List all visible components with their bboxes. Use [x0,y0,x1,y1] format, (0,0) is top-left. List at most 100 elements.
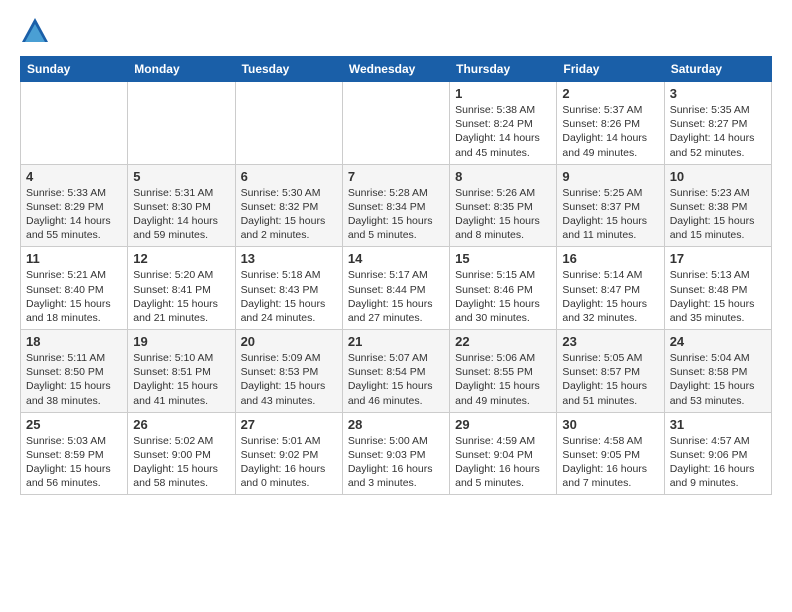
calendar-week-row: 1 Sunrise: 5:38 AM Sunset: 8:24 PM Daylig… [21,82,772,165]
calendar-cell: 20 Sunrise: 5:09 AM Sunset: 8:53 PM Dayli… [235,330,342,413]
calendar-week-row: 4 Sunrise: 5:33 AM Sunset: 8:29 PM Daylig… [21,164,772,247]
calendar-cell: 25 Sunrise: 5:03 AM Sunset: 8:59 PM Dayli… [21,412,128,495]
calendar-cell: 9Sunrise: 5:25 AM Sunset: 8:37 PM Daylig… [557,164,664,247]
day-info: Sunrise: 5:37 AM Sunset: 8:26 PM Dayligh… [562,103,658,160]
header-sunday: Sunday [21,57,128,82]
day-number: 10 [670,169,766,184]
header-monday: Monday [128,57,235,82]
calendar-cell: 28 Sunrise: 5:00 AM Sunset: 9:03 PM Dayli… [342,412,449,495]
day-number: 17 [670,251,766,266]
day-info: Sunrise: 4:58 AM Sunset: 9:05 PM Dayligh… [562,434,658,491]
day-info: Sunrise: 5:35 AM Sunset: 8:27 PM Dayligh… [670,103,766,160]
calendar-cell: 7Sunrise: 5:28 AM Sunset: 8:34 PM Daylig… [342,164,449,247]
calendar-cell: 4 Sunrise: 5:33 AM Sunset: 8:29 PM Daylig… [21,164,128,247]
day-number: 19 [133,334,229,349]
calendar-cell: 6 Sunrise: 5:30 AM Sunset: 8:32 PM Daylig… [235,164,342,247]
calendar-cell: 30 Sunrise: 4:58 AM Sunset: 9:05 PM Dayli… [557,412,664,495]
calendar-cell: 14Sunrise: 5:17 AM Sunset: 8:44 PM Dayli… [342,247,449,330]
day-info: Sunrise: 5:00 AM Sunset: 9:03 PM Dayligh… [348,434,444,491]
header-friday: Friday [557,57,664,82]
calendar-cell: 5 Sunrise: 5:31 AM Sunset: 8:30 PM Daylig… [128,164,235,247]
header-wednesday: Wednesday [342,57,449,82]
calendar-cell: 17Sunrise: 5:13 AM Sunset: 8:48 PM Dayli… [664,247,771,330]
day-info: Sunrise: 5:31 AM Sunset: 8:30 PM Dayligh… [133,186,229,243]
day-number: 4 [26,169,122,184]
day-number: 11 [26,251,122,266]
day-number: 16 [562,251,658,266]
day-info: Sunrise: 5:30 AM Sunset: 8:32 PM Dayligh… [241,186,337,243]
day-info: Sunrise: 4:57 AM Sunset: 9:06 PM Dayligh… [670,434,766,491]
day-number: 3 [670,86,766,101]
calendar-cell [128,82,235,165]
header-thursday: Thursday [450,57,557,82]
day-number: 28 [348,417,444,432]
calendar-cell: 19Sunrise: 5:10 AM Sunset: 8:51 PM Dayli… [128,330,235,413]
calendar-cell: 3 Sunrise: 5:35 AM Sunset: 8:27 PM Daylig… [664,82,771,165]
day-info: Sunrise: 5:03 AM Sunset: 8:59 PM Dayligh… [26,434,122,491]
day-number: 31 [670,417,766,432]
day-number: 22 [455,334,551,349]
calendar-cell [21,82,128,165]
day-number: 24 [670,334,766,349]
day-info: Sunrise: 5:04 AM Sunset: 8:58 PM Dayligh… [670,351,766,408]
calendar-cell: 24 Sunrise: 5:04 AM Sunset: 8:58 PM Dayli… [664,330,771,413]
day-info: Sunrise: 5:02 AM Sunset: 9:00 PM Dayligh… [133,434,229,491]
day-number: 8 [455,169,551,184]
header-saturday: Saturday [664,57,771,82]
calendar-cell: 16 Sunrise: 5:14 AM Sunset: 8:47 PM Dayli… [557,247,664,330]
day-number: 25 [26,417,122,432]
day-info: Sunrise: 5:33 AM Sunset: 8:29 PM Dayligh… [26,186,122,243]
calendar-cell: 8 Sunrise: 5:26 AM Sunset: 8:35 PM Daylig… [450,164,557,247]
day-info: Sunrise: 5:23 AM Sunset: 8:38 PM Dayligh… [670,186,766,243]
day-number: 30 [562,417,658,432]
day-info: Sunrise: 5:09 AM Sunset: 8:53 PM Dayligh… [241,351,337,408]
day-number: 14 [348,251,444,266]
calendar-cell: 31 Sunrise: 4:57 AM Sunset: 9:06 PM Dayli… [664,412,771,495]
calendar-cell: 2Sunrise: 5:37 AM Sunset: 8:26 PM Daylig… [557,82,664,165]
calendar-cell: 27Sunrise: 5:01 AM Sunset: 9:02 PM Dayli… [235,412,342,495]
day-number: 15 [455,251,551,266]
calendar-cell: 12 Sunrise: 5:20 AM Sunset: 8:41 PM Dayli… [128,247,235,330]
day-number: 9 [562,169,658,184]
day-info: Sunrise: 5:15 AM Sunset: 8:46 PM Dayligh… [455,268,551,325]
calendar-week-row: 25 Sunrise: 5:03 AM Sunset: 8:59 PM Dayli… [21,412,772,495]
day-info: Sunrise: 5:18 AM Sunset: 8:43 PM Dayligh… [241,268,337,325]
day-number: 20 [241,334,337,349]
logo [20,16,54,46]
day-number: 12 [133,251,229,266]
day-number: 1 [455,86,551,101]
day-info: Sunrise: 5:21 AM Sunset: 8:40 PM Dayligh… [26,268,122,325]
header [20,16,772,46]
calendar-cell: 1 Sunrise: 5:38 AM Sunset: 8:24 PM Daylig… [450,82,557,165]
day-info: Sunrise: 4:59 AM Sunset: 9:04 PM Dayligh… [455,434,551,491]
calendar-header: Sunday Monday Tuesday Wednesday Thursday… [21,57,772,82]
calendar-cell: 29Sunrise: 4:59 AM Sunset: 9:04 PM Dayli… [450,412,557,495]
calendar-cell [235,82,342,165]
day-info: Sunrise: 5:07 AM Sunset: 8:54 PM Dayligh… [348,351,444,408]
calendar-cell: 22 Sunrise: 5:06 AM Sunset: 8:55 PM Dayli… [450,330,557,413]
day-number: 6 [241,169,337,184]
day-number: 5 [133,169,229,184]
day-info: Sunrise: 5:26 AM Sunset: 8:35 PM Dayligh… [455,186,551,243]
day-number: 18 [26,334,122,349]
day-info: Sunrise: 5:20 AM Sunset: 8:41 PM Dayligh… [133,268,229,325]
day-info: Sunrise: 5:11 AM Sunset: 8:50 PM Dayligh… [26,351,122,408]
calendar-cell: 11 Sunrise: 5:21 AM Sunset: 8:40 PM Dayli… [21,247,128,330]
header-tuesday: Tuesday [235,57,342,82]
calendar-cell: 23 Sunrise: 5:05 AM Sunset: 8:57 PM Dayli… [557,330,664,413]
calendar-cell: 15 Sunrise: 5:15 AM Sunset: 8:46 PM Dayli… [450,247,557,330]
day-info: Sunrise: 5:14 AM Sunset: 8:47 PM Dayligh… [562,268,658,325]
day-number: 21 [348,334,444,349]
calendar-cell: 10 Sunrise: 5:23 AM Sunset: 8:38 PM Dayli… [664,164,771,247]
day-info: Sunrise: 5:38 AM Sunset: 8:24 PM Dayligh… [455,103,551,160]
calendar-cell: 18 Sunrise: 5:11 AM Sunset: 8:50 PM Dayli… [21,330,128,413]
calendar-cell: 21 Sunrise: 5:07 AM Sunset: 8:54 PM Dayli… [342,330,449,413]
day-info: Sunrise: 5:28 AM Sunset: 8:34 PM Dayligh… [348,186,444,243]
day-info: Sunrise: 5:01 AM Sunset: 9:02 PM Dayligh… [241,434,337,491]
day-info: Sunrise: 5:05 AM Sunset: 8:57 PM Dayligh… [562,351,658,408]
calendar-cell [342,82,449,165]
day-info: Sunrise: 5:06 AM Sunset: 8:55 PM Dayligh… [455,351,551,408]
day-number: 23 [562,334,658,349]
day-number: 13 [241,251,337,266]
calendar-body: 1 Sunrise: 5:38 AM Sunset: 8:24 PM Daylig… [21,82,772,495]
